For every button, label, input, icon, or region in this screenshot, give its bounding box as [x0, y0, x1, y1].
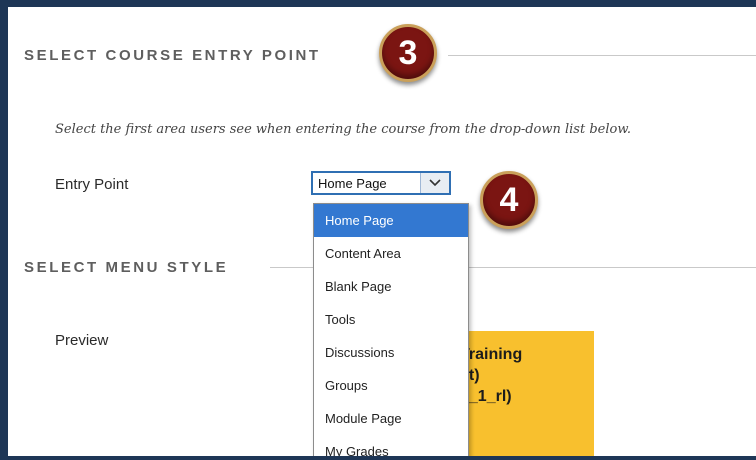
dropdown-option-my-grades[interactable]: My Grades — [314, 435, 468, 456]
instructions-text: Select the first area users see when ent… — [55, 122, 632, 137]
section-divider — [448, 55, 756, 56]
dropdown-option-tools[interactable]: Tools — [314, 303, 468, 336]
section-divider-right — [469, 267, 756, 268]
section-title-menu-style: SELECT MENU STYLE — [24, 259, 229, 276]
dropdown-option-blank-page[interactable]: Blank Page — [314, 270, 468, 303]
chevron-down-icon[interactable] — [420, 173, 449, 193]
preview-label: Preview — [55, 332, 109, 349]
page-frame: SELECT COURSE ENTRY POINT 3 Select the f… — [0, 0, 756, 460]
dropdown-option-groups[interactable]: Groups — [314, 369, 468, 402]
entry-point-label: Entry Point — [55, 176, 129, 193]
dropdown-option-content-area[interactable]: Content Area — [314, 237, 468, 270]
dropdown-option-module-page[interactable]: Module Page — [314, 402, 468, 435]
step-badge-4: 4 — [480, 171, 538, 229]
step-badge-3: 3 — [379, 24, 437, 82]
entry-point-dropdown-list[interactable]: Home Page Content Area Blank Page Tools … — [313, 203, 469, 456]
section-divider-left — [270, 267, 314, 268]
preview-line-1: Training — [460, 346, 523, 363]
entry-point-select[interactable]: Home Page — [311, 171, 451, 195]
dropdown-option-home-page[interactable]: Home Page — [314, 204, 468, 237]
entry-point-selected-value: Home Page — [318, 176, 387, 191]
section-title-course-entry-point: SELECT COURSE ENTRY POINT — [24, 47, 321, 64]
dropdown-option-discussions[interactable]: Discussions — [314, 336, 468, 369]
